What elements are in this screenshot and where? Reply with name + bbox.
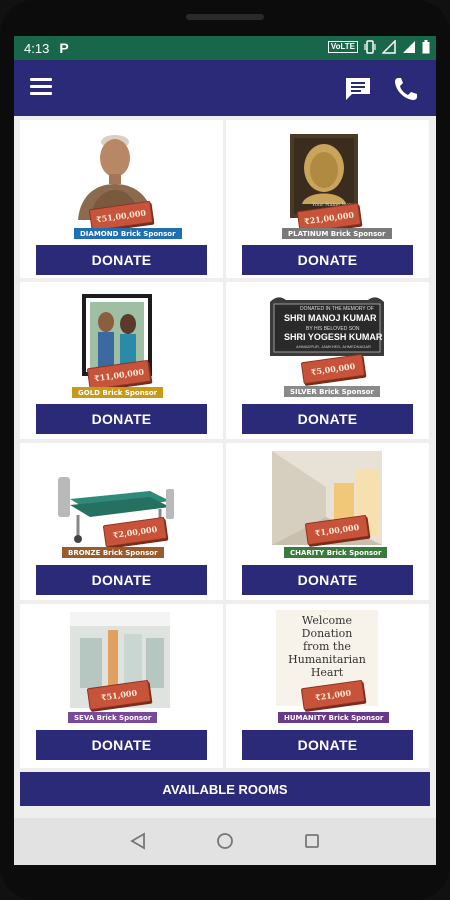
home-icon[interactable] [216,832,234,850]
donate-button[interactable]: DONATE [242,404,413,434]
sponsor-card-humanity[interactable]: Welcome Donation from the Humanitarian H… [226,604,429,768]
phone-frame: 4:13 P VoLTE ₹51,00,000 DIAMOND Brick Sp… [0,0,450,900]
sponsor-ribbon: DIAMOND Brick Sponsor [74,228,182,239]
status-time: 4:13 [24,40,50,56]
sponsor-card-gold[interactable]: ₹11,00,000 GOLD Brick Sponsor DONATE [20,282,223,439]
phone-icon[interactable] [392,76,420,102]
donate-button[interactable]: DONATE [36,565,207,595]
signal-icon [403,41,415,53]
navigation-bar [14,818,436,865]
chat-icon[interactable] [344,76,372,102]
donate-button[interactable]: DONATE [36,730,207,760]
recents-icon[interactable] [304,832,320,850]
battery-icon [422,40,430,54]
status-icons: VoLTE [327,40,430,54]
sponsor-ribbon: GOLD Brick Sponsor [72,387,164,398]
vibrate-icon [364,40,376,54]
donate-button[interactable]: DONATE [242,730,413,760]
app-notification-icon: P [59,40,69,56]
sponsor-card-silver[interactable]: DONATED IN THE MEMORY OF SHRI MANOJ KUMA… [226,282,429,439]
screen: 4:13 P VoLTE ₹51,00,000 DIAMOND Brick Sp… [14,36,436,865]
corridor-image [70,612,170,708]
phone-speaker [186,14,264,20]
sponsor-ribbon: HUMANITY Brick Sponsor [278,712,390,723]
donate-button[interactable]: DONATE [36,404,207,434]
sponsor-ribbon: PLATINUM Brick Sponsor [282,228,392,239]
wifi-icon [382,40,396,54]
welcome-sign-text: Welcome Donation from the Humanitarian H… [288,614,366,679]
sponsor-card-bronze[interactable]: ₹2,00,000 BRONZE Brick Sponsor DONATE [20,443,223,600]
donate-button[interactable]: DONATE [242,245,413,275]
donate-button[interactable]: DONATE [36,245,207,275]
app-bar [14,60,436,116]
plaque-name-2: SHRI YOGESH KUMAR [284,332,383,342]
plaque-name-1: SHRI MANOJ KUMAR [284,313,377,323]
donate-button[interactable]: DONATE [242,565,413,595]
plaque-text-top: DONATED IN THE MEMORY OF [300,306,374,312]
back-icon[interactable] [130,832,146,850]
sponsor-card-seva[interactable]: ₹51,000 SEVA Brick Sponsor DONATE [20,604,223,768]
available-rooms-button[interactable]: AVAILABLE ROOMS [20,772,430,806]
sponsor-ribbon: BRONZE Brick Sponsor [62,547,164,558]
sponsor-card-platinum[interactable]: Your Name Here ₹21,00,000 PLATINUM Brick… [226,120,429,278]
menu-icon[interactable] [30,78,52,98]
volte-badge: VoLTE [327,41,358,53]
sponsor-ribbon: SILVER Brick Sponsor [284,386,380,397]
sponsor-ribbon: CHARITY Brick Sponsor [284,547,388,558]
sponsor-card-diamond[interactable]: ₹51,00,000 DIAMOND Brick Sponsor DONATE [20,120,223,278]
plaque-text-bottom: AHMADPUR, JAMKHED, AHMEDNAGAR [296,344,371,349]
sponsor-ribbon: SEVA Brick Sponsor [68,712,158,723]
sponsor-card-charity[interactable]: ₹1,00,000 CHARITY Brick Sponsor DONATE [226,443,429,600]
status-bar: 4:13 P VoLTE [14,36,436,60]
